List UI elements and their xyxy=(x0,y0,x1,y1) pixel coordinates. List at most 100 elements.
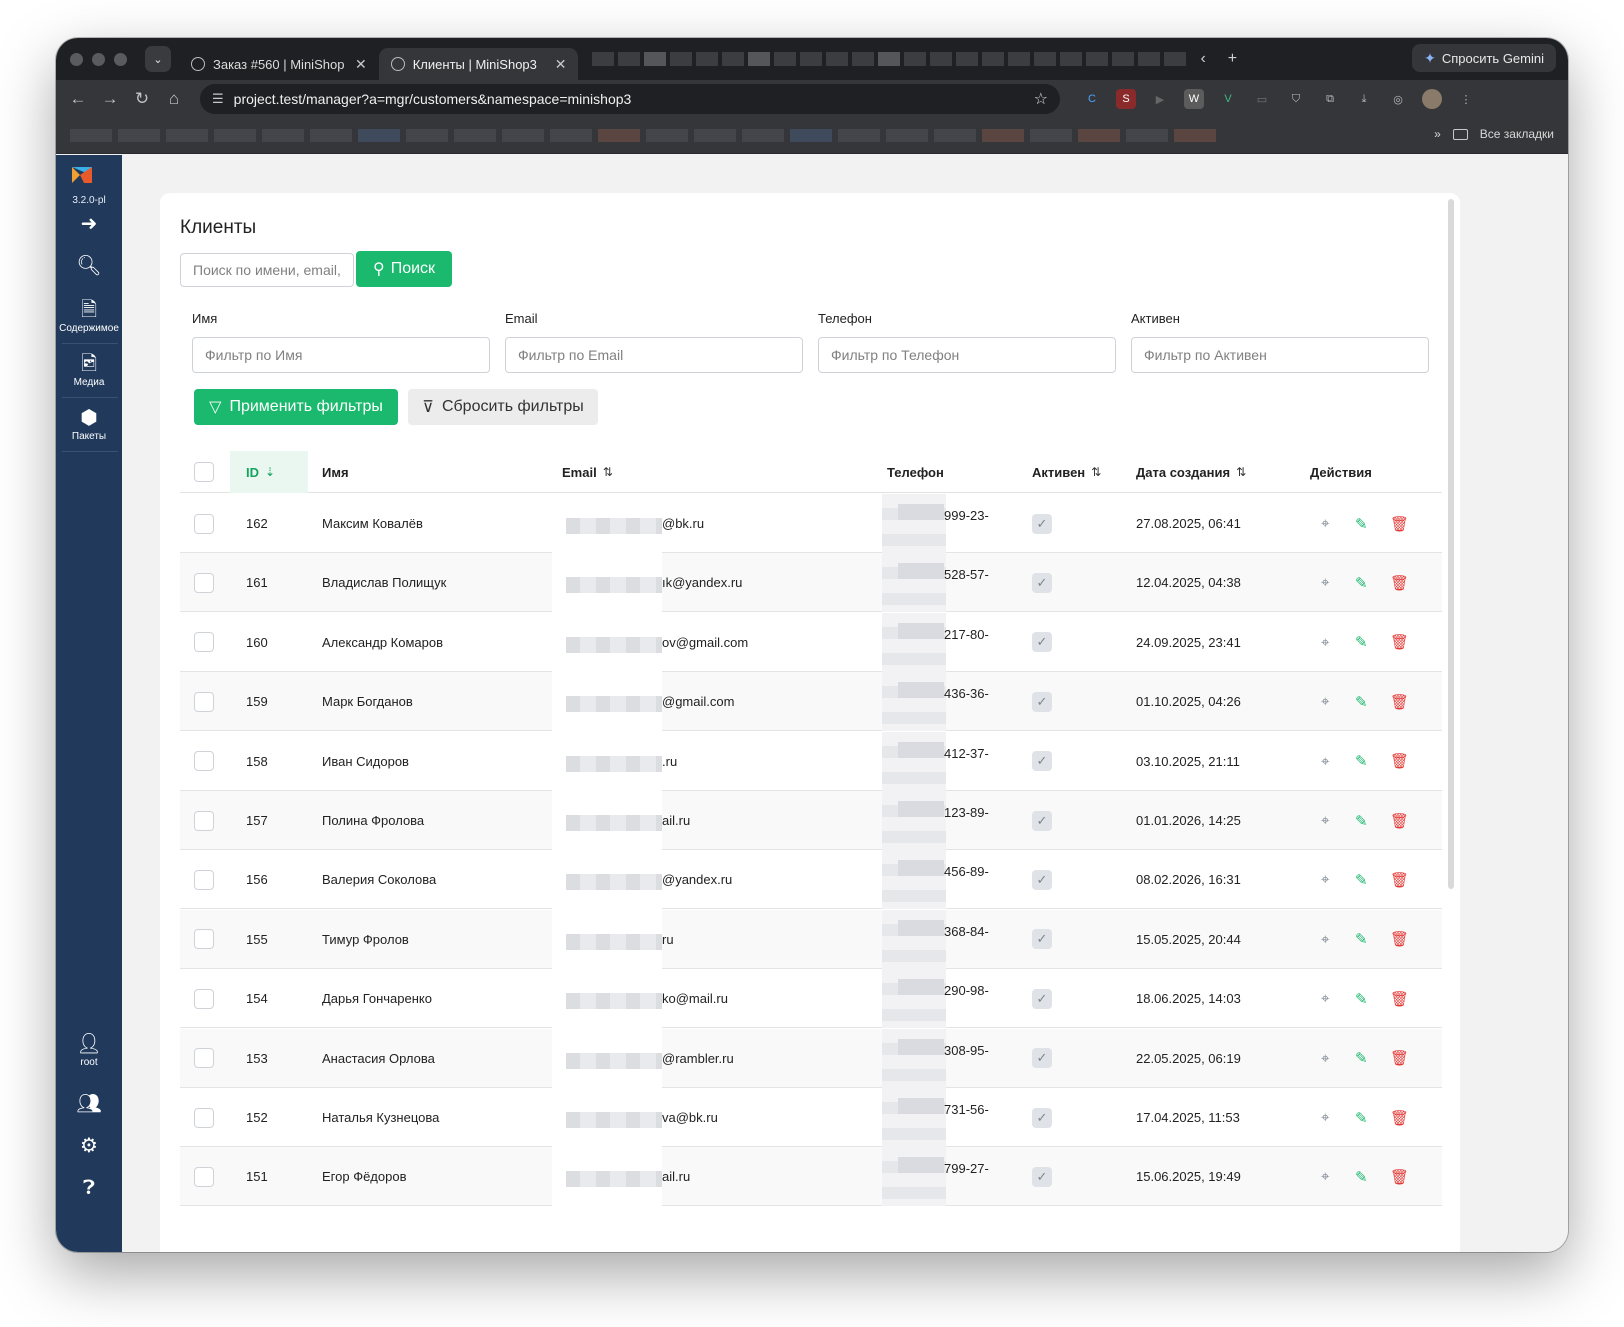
delete-trash-icon[interactable]: 🗑︎ xyxy=(1390,672,1409,731)
tab-customers[interactable]: Клиенты | MiniShop3 ✕ xyxy=(378,48,579,80)
more-bookmarks-icon[interactable]: » xyxy=(1434,127,1441,141)
row-checkbox[interactable] xyxy=(194,672,214,731)
profile-avatar-icon[interactable] xyxy=(1422,89,1442,109)
table-row[interactable]: 162 Максим Ковалёв @bk.ru 999-23- ✓ 27.08.202… xyxy=(180,494,1442,553)
tab-search-button[interactable]: ⌄ xyxy=(145,46,171,72)
row-checkbox[interactable] xyxy=(194,494,214,553)
sidebar-item-media[interactable]: 🖻 Медиа xyxy=(56,353,122,388)
delete-trash-icon[interactable]: 🗑︎ xyxy=(1390,850,1409,909)
column-created[interactable]: Дата создания ⇅ xyxy=(1136,451,1246,493)
row-checkbox[interactable] xyxy=(194,850,214,909)
column-active[interactable]: Активен ⇅ xyxy=(1032,451,1101,493)
sidebar-item-packages[interactable]: ⬢ Пакеты xyxy=(56,407,122,442)
filter-name-input[interactable]: Фильтр по Имя xyxy=(192,337,490,373)
table-row[interactable]: 159 Марк Богданов @gmail.com 436-36- ✓ 01.10.… xyxy=(180,672,1442,732)
table-row[interactable]: 156 Валерия Соколова @yandex.ru 456-89- ✓ 08.… xyxy=(180,850,1442,910)
column-id[interactable]: ID ⇣ xyxy=(230,451,308,493)
modx-logo-icon[interactable] xyxy=(72,167,92,183)
address-pin-icon[interactable]: ⌖ xyxy=(1321,1088,1329,1147)
edit-pencil-icon[interactable]: ✎ xyxy=(1355,613,1368,672)
bookmark-star-icon[interactable]: ☆ xyxy=(1034,89,1048,109)
all-bookmarks-link[interactable]: Все закладки xyxy=(1480,127,1554,141)
address-pin-icon[interactable]: ⌖ xyxy=(1321,672,1329,731)
extension-screen-icon[interactable]: ▭ xyxy=(1252,89,1272,109)
help-button[interactable]: ❓︎ xyxy=(56,1177,122,1199)
back-icon[interactable]: ← xyxy=(62,89,94,109)
collapse-sidebar-button[interactable]: ➜ xyxy=(56,213,122,235)
table-row[interactable]: 158 Иван Сидоров .ru 412-37- ✓ 03.10.2025, 21… xyxy=(180,731,1442,791)
table-row[interactable]: 154 Дарья Гончаренко ko@mail.ru 290-98- ✓ 18.… xyxy=(180,969,1442,1029)
table-row[interactable]: 161 Владислав Полищук ık@yandex.ru 528-57- ✓… xyxy=(180,553,1442,613)
tab-order[interactable]: Заказ #560 | MiniShop3 ✕ xyxy=(179,48,379,80)
delete-trash-icon[interactable]: 🗑︎ xyxy=(1390,1088,1409,1147)
home-icon[interactable]: ⌂ xyxy=(158,89,190,109)
address-pin-icon[interactable]: ⌖ xyxy=(1321,1147,1329,1206)
address-pin-icon[interactable]: ⌖ xyxy=(1321,969,1329,1028)
settings-button[interactable]: ⚙ xyxy=(56,1135,122,1157)
edit-pencil-icon[interactable]: ✎ xyxy=(1355,553,1368,612)
row-checkbox[interactable] xyxy=(194,1088,214,1147)
row-checkbox[interactable] xyxy=(194,1029,214,1088)
search-button[interactable]: 🔍︎ xyxy=(56,255,122,277)
address-pin-icon[interactable]: ⌖ xyxy=(1321,494,1329,553)
column-email[interactable]: Email ⇅ xyxy=(562,451,613,493)
delete-trash-icon[interactable]: 🗑︎ xyxy=(1390,553,1409,612)
forward-icon[interactable]: → xyxy=(94,89,126,109)
close-tab-icon[interactable]: ✕ xyxy=(555,56,567,73)
table-row[interactable]: 152 Наталья Кузнецова va@bk.ru 731-56- ✓ 17.0… xyxy=(180,1088,1442,1147)
maximize-window-icon[interactable] xyxy=(114,52,127,66)
reset-filters-button[interactable]: ⊽ Сбросить фильтры xyxy=(408,389,598,425)
sidebar-user[interactable]: 👤︎ root xyxy=(56,1033,122,1068)
address-pin-icon[interactable]: ⌖ xyxy=(1321,553,1329,612)
address-pin-icon[interactable]: ⌖ xyxy=(1321,613,1329,672)
delete-trash-icon[interactable]: 🗑︎ xyxy=(1390,732,1409,791)
table-row[interactable]: 155 Тимур Фролов ru 368-84- ✓ 15.05.2025, 20:… xyxy=(180,909,1442,969)
row-checkbox[interactable] xyxy=(194,910,214,969)
edit-pencil-icon[interactable]: ✎ xyxy=(1355,494,1368,553)
close-tab-icon[interactable]: ✕ xyxy=(355,56,367,73)
new-tab-button[interactable]: + xyxy=(1228,50,1237,68)
sidebar-item-content[interactable]: 🗎 Содержимое xyxy=(56,299,122,334)
row-checkbox[interactable] xyxy=(194,1147,214,1206)
access-button[interactable]: 👥︎ xyxy=(56,1093,122,1115)
search-submit-button[interactable]: ⚲ Поиск xyxy=(356,251,452,287)
delete-trash-icon[interactable]: 🗑︎ xyxy=(1390,494,1409,553)
table-row[interactable]: 157 Полина Фролова ail.ru 123-89- ✓ 01.01.202… xyxy=(180,791,1442,850)
extension-c-icon[interactable]: C xyxy=(1082,89,1102,109)
delete-trash-icon[interactable]: 🗑︎ xyxy=(1390,613,1409,672)
table-row[interactable]: 160 Александр Комаров ov@gmail.com 217-80- ✓… xyxy=(180,612,1442,672)
row-checkbox[interactable] xyxy=(194,553,214,612)
extension-s-icon[interactable]: S xyxy=(1116,89,1136,109)
extension-w-icon[interactable]: W xyxy=(1184,89,1204,109)
extension-v-icon[interactable]: V xyxy=(1218,89,1238,109)
edit-pencil-icon[interactable]: ✎ xyxy=(1355,1088,1368,1147)
table-row[interactable]: 153 Анастасия Орлова @rambler.ru 308-95- ✓ 22… xyxy=(180,1028,1442,1088)
extension-play-icon[interactable]: ▶ xyxy=(1150,89,1170,109)
delete-trash-icon[interactable]: 🗑︎ xyxy=(1390,969,1409,1028)
menu-kebab-icon[interactable]: ⋮ xyxy=(1456,89,1476,109)
delete-trash-icon[interactable]: 🗑︎ xyxy=(1390,910,1409,969)
extensions-puzzle-icon[interactable]: ⧉ xyxy=(1320,89,1340,109)
gemini-button[interactable]: ✦ Спросить Gemini xyxy=(1412,44,1556,72)
edit-pencil-icon[interactable]: ✎ xyxy=(1355,1029,1368,1088)
address-pin-icon[interactable]: ⌖ xyxy=(1321,1029,1329,1088)
table-row[interactable]: 151 Егор Фёдоров ail.ru 799-27- ✓ 15.06.2025,… xyxy=(180,1147,1442,1207)
extension-shield-icon[interactable]: ⛉ xyxy=(1286,89,1306,109)
select-all-checkbox[interactable] xyxy=(194,451,214,493)
filter-phone-input[interactable]: Фильтр по Телефон xyxy=(818,337,1116,373)
minimize-window-icon[interactable] xyxy=(92,52,105,66)
row-checkbox[interactable] xyxy=(194,613,214,672)
site-info-icon[interactable]: ☰ xyxy=(212,91,224,107)
address-pin-icon[interactable]: ⌖ xyxy=(1321,732,1329,791)
page-scrollbar[interactable] xyxy=(1448,199,1454,889)
delete-trash-icon[interactable]: 🗑︎ xyxy=(1390,1147,1409,1206)
address-pin-icon[interactable]: ⌖ xyxy=(1321,850,1329,909)
delete-trash-icon[interactable]: 🗑︎ xyxy=(1390,791,1409,850)
row-checkbox[interactable] xyxy=(194,791,214,850)
filter-active-input[interactable]: Фильтр по Активен xyxy=(1131,337,1429,373)
row-checkbox[interactable] xyxy=(194,969,214,1028)
address-pin-icon[interactable]: ⌖ xyxy=(1321,910,1329,969)
close-window-icon[interactable] xyxy=(70,52,83,66)
edit-pencil-icon[interactable]: ✎ xyxy=(1355,910,1368,969)
address-pin-icon[interactable]: ⌖ xyxy=(1321,791,1329,850)
